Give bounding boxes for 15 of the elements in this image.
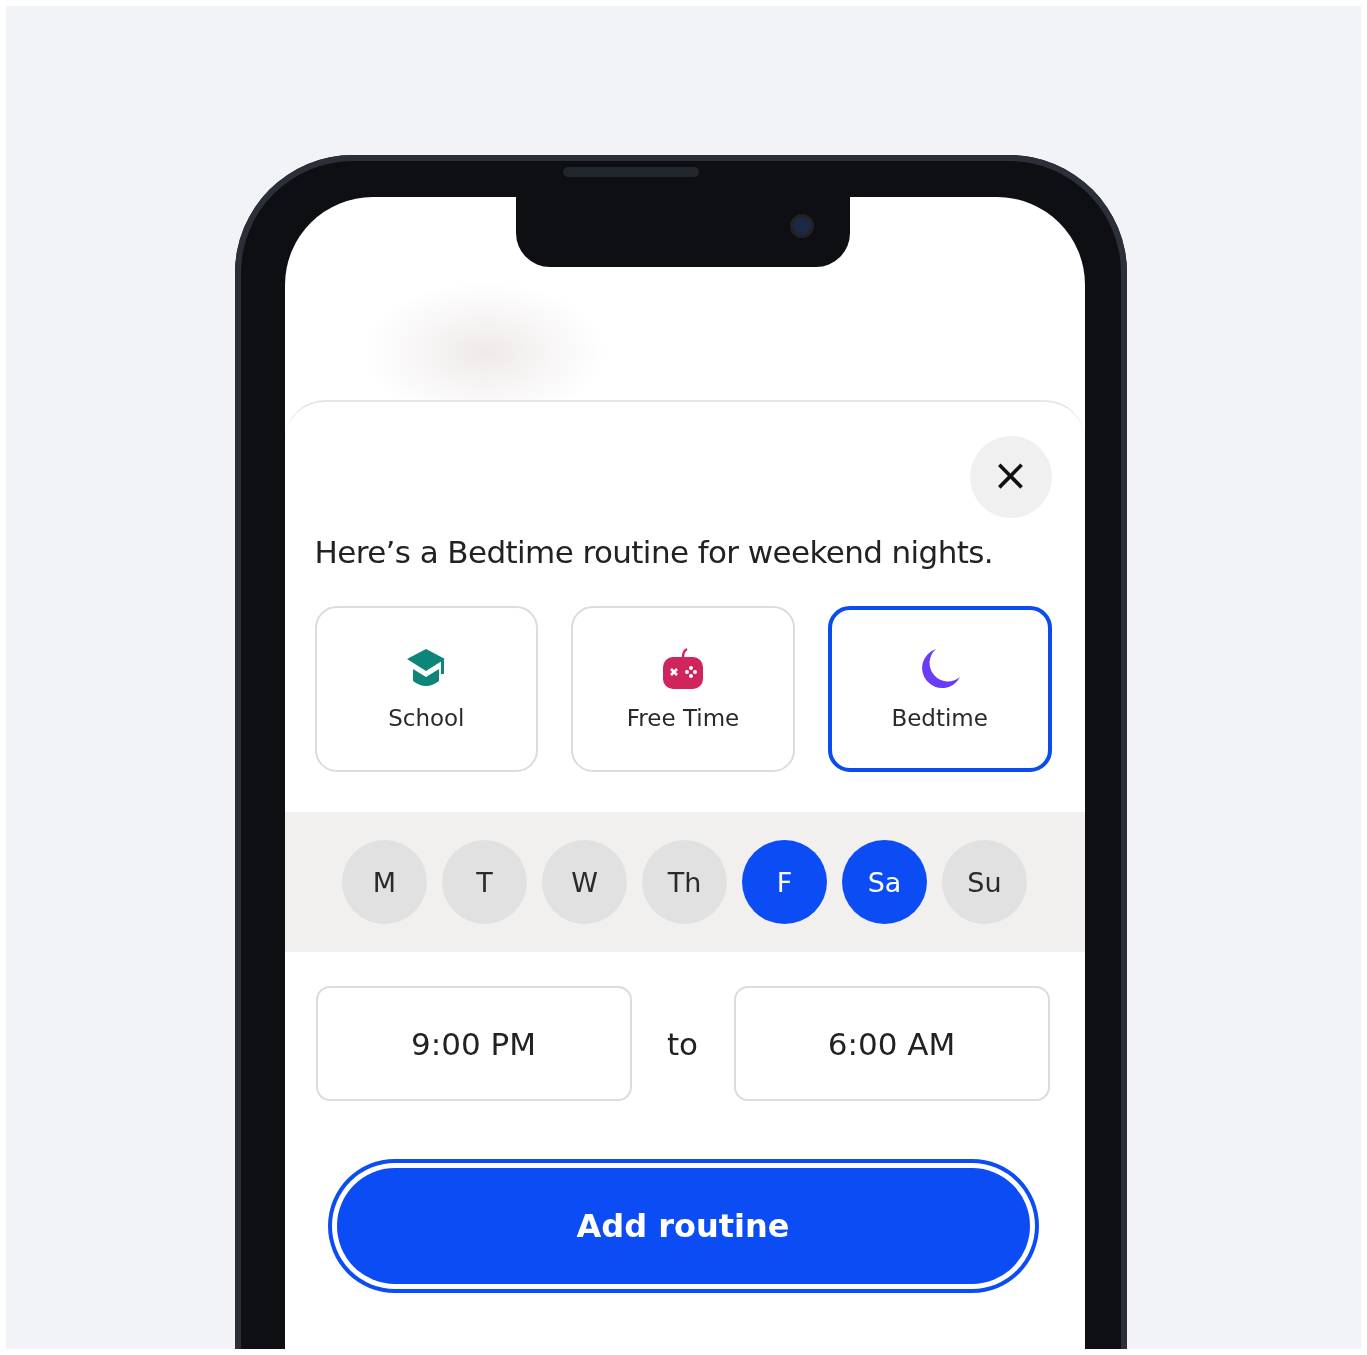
close-button[interactable]: × [969, 436, 1052, 518]
day-toggle[interactable]: Su [942, 840, 1027, 924]
day-toggle[interactable]: F [742, 840, 827, 924]
time-separator: to [665, 1025, 700, 1062]
end-time-field[interactable]: 6:00 AM [733, 986, 1050, 1101]
routine-option[interactable]: Bedtime [827, 606, 1052, 772]
start-time-field[interactable]: 9:00 PM [315, 986, 632, 1101]
day-toggle[interactable]: T [442, 840, 527, 924]
routine-option[interactable]: Free Time [571, 606, 795, 772]
routine-message: Here’s a Bedtime routine for weekend nights. [314, 534, 995, 570]
day-toggle[interactable]: M [342, 840, 427, 924]
day-toggle[interactable]: Sa [842, 840, 927, 924]
day-toggle[interactable]: W [542, 840, 627, 924]
routine-option[interactable]: School [314, 606, 539, 772]
day-toggle[interactable]: Th [642, 840, 727, 924]
